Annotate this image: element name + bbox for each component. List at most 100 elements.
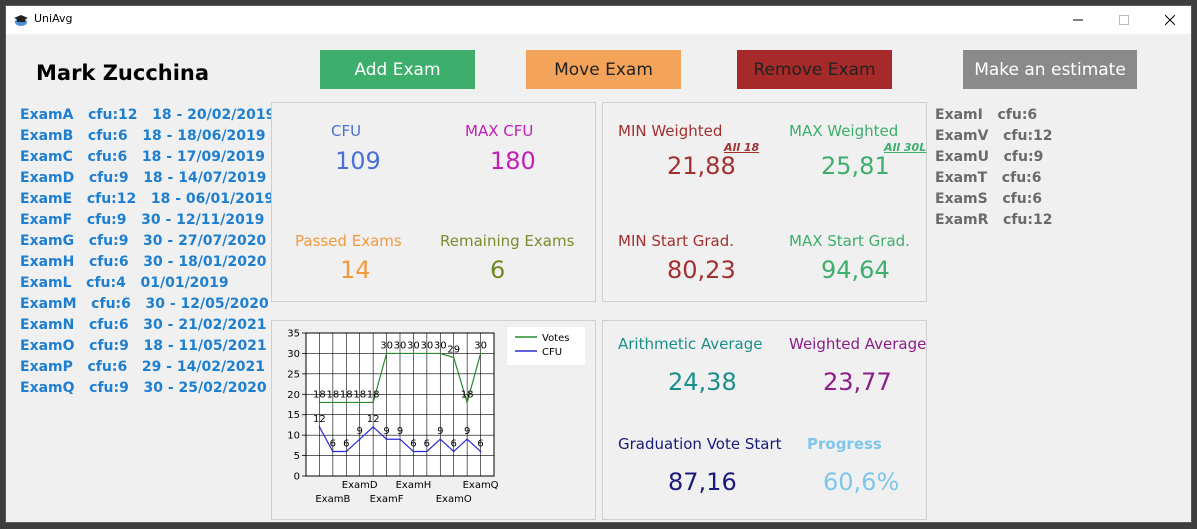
x-tick-label: ExamO — [436, 494, 472, 505]
data-label: 18 — [367, 389, 380, 400]
data-point-cfu — [452, 450, 455, 453]
data-label: 9 — [437, 426, 443, 437]
data-label: 9 — [397, 426, 403, 437]
max-cfu-label: MAX CFU — [465, 122, 534, 140]
data-point-cfu — [372, 426, 374, 428]
exam-list: ExamA cfu:12 18 - 20/02/2019 ExamB cfu:6… — [20, 105, 275, 399]
x-tick-label: ExamB — [315, 494, 350, 505]
data-label: 30 — [407, 340, 420, 351]
maximize-icon — [1119, 15, 1129, 25]
data-point-votes — [345, 401, 348, 404]
averages-panel: Arithmetic Average 24,38 Weighted Averag… — [602, 320, 927, 520]
data-label: 6 — [477, 438, 483, 449]
data-point-votes — [412, 352, 415, 355]
close-button[interactable] — [1147, 6, 1191, 34]
exam-item[interactable]: ExamD cfu:9 18 - 14/07/2019 — [20, 168, 275, 189]
data-point-cfu — [345, 450, 348, 453]
passed-exams-label: Passed Exams — [295, 232, 402, 250]
close-icon — [1165, 15, 1175, 25]
arithmetic-average-label: Arithmetic Average — [618, 335, 763, 353]
data-point-votes — [318, 401, 321, 404]
data-label: 18 — [313, 389, 326, 400]
y-tick-label: 20 — [287, 390, 300, 401]
remaining-exam-item[interactable]: ExamI cfu:6 — [935, 105, 1053, 126]
cfu-value: 109 — [335, 147, 381, 175]
data-label: 30 — [394, 340, 407, 351]
data-label: 18 — [326, 389, 339, 400]
y-tick-label: 25 — [287, 369, 300, 380]
exam-item[interactable]: ExamQ cfu:9 30 - 25/02/2020 — [20, 378, 275, 399]
add-exam-button[interactable]: Add Exam — [320, 50, 475, 89]
minimize-button[interactable] — [1055, 6, 1101, 34]
graduation-vote-start-label: Graduation Vote Start — [618, 435, 782, 453]
data-point-cfu — [385, 438, 388, 441]
exam-item[interactable]: ExamO cfu:9 18 - 11/05/2021 — [20, 336, 275, 357]
data-label: 18 — [353, 389, 366, 400]
min-max-panel: MIN Weighted All 18 21,88 MAX Weighted A… — [602, 102, 927, 302]
data-point-votes — [452, 356, 455, 359]
exam-item[interactable]: ExamH cfu:6 30 - 18/01/2020 — [20, 252, 275, 273]
remove-exam-button[interactable]: Remove Exam — [737, 50, 892, 89]
data-label: 9 — [464, 426, 470, 437]
y-tick-label: 5 — [294, 451, 300, 462]
data-label: 9 — [357, 426, 363, 437]
minimize-icon — [1073, 19, 1083, 21]
data-point-cfu — [318, 426, 321, 428]
data-point-votes — [332, 401, 334, 404]
data-label: 6 — [330, 438, 336, 449]
x-tick-label: ExamD — [342, 480, 378, 491]
data-point-votes — [466, 401, 468, 404]
move-exam-button[interactable]: Move Exam — [526, 50, 681, 89]
title-bar: UniAvg — [6, 6, 1191, 34]
data-label: 6 — [451, 438, 457, 449]
x-tick-label: ExamH — [396, 480, 432, 491]
y-tick-label: 35 — [287, 329, 300, 340]
maximize-button[interactable] — [1101, 6, 1147, 34]
exam-item[interactable]: ExamP cfu:6 29 - 14/02/2021 — [20, 357, 275, 378]
remaining-exam-item[interactable]: ExamV cfu:12 — [935, 126, 1053, 147]
max-weighted-value: 25,81 — [821, 152, 890, 180]
max-weighted-label: MAX Weighted — [789, 122, 899, 140]
max-start-grad-value: 94,64 — [821, 256, 890, 284]
data-label: 6 — [424, 438, 430, 449]
remaining-exam-item[interactable]: ExamT cfu:6 — [935, 168, 1053, 189]
exam-item[interactable]: ExamC cfu:6 18 - 17/09/2019 — [20, 147, 275, 168]
min-start-grad-label: MIN Start Grad. — [618, 232, 735, 250]
remaining-exam-item[interactable]: ExamU cfu:9 — [935, 147, 1053, 168]
remaining-exam-item[interactable]: ExamR cfu:12 — [935, 210, 1053, 231]
cfu-stats-panel: CFU 109 MAX CFU 180 Passed Exams 14 Rema… — [271, 102, 596, 302]
exam-item[interactable]: ExamB cfu:6 18 - 18/06/2019 — [20, 126, 275, 147]
exam-item[interactable]: ExamN cfu:6 30 - 21/02/2021 — [20, 315, 275, 336]
window-title: UniAvg — [34, 12, 73, 25]
remaining-exam-item[interactable]: ExamS cfu:6 — [935, 189, 1053, 210]
x-tick-label: ExamQ — [463, 480, 499, 491]
remaining-exams-value: 6 — [490, 256, 506, 284]
exam-item[interactable]: ExamA cfu:12 18 - 20/02/2019 — [20, 105, 275, 126]
passed-exams-value: 14 — [340, 256, 371, 284]
data-point-votes — [358, 401, 361, 404]
data-point-cfu — [439, 438, 442, 441]
make-estimate-button[interactable]: Make an estimate — [963, 50, 1137, 89]
y-tick-label: 30 — [287, 349, 300, 360]
exam-item[interactable]: ExamE cfu:12 18 - 06/01/2019 — [20, 189, 275, 210]
data-label: 6 — [343, 438, 349, 449]
legend-label: CFU — [542, 347, 562, 358]
progress-label: Progress — [807, 435, 882, 453]
legend-label: Votes — [542, 333, 569, 344]
data-point-votes — [426, 352, 428, 355]
student-name: Mark Zucchina — [36, 61, 210, 85]
app-window: UniAvg Mark Zucchina ExamA cfu:12 18 - 2… — [5, 5, 1192, 523]
exam-item[interactable]: ExamG cfu:9 30 - 27/07/2020 — [20, 231, 275, 252]
graduation-cap-icon — [14, 15, 28, 26]
max-weighted-note: All 30L — [884, 141, 927, 154]
data-label: 9 — [383, 426, 389, 437]
exam-item[interactable]: ExamF cfu:9 30 - 12/11/2019 — [20, 210, 275, 231]
y-tick-label: 10 — [287, 431, 300, 442]
min-start-grad-value: 80,23 — [667, 256, 736, 284]
votes-chart-panel: 0 5 10 15 20 25 30 35 ExamB ExamD ExamF ExamH ExamO E… — [271, 320, 596, 520]
exam-item[interactable]: ExamL cfu:4 01/01/2019 — [20, 273, 275, 294]
exam-item[interactable]: ExamM cfu:6 30 - 12/05/2020 — [20, 294, 275, 315]
remaining-exams-label: Remaining Exams — [440, 232, 575, 250]
y-tick-label: 0 — [294, 472, 300, 483]
data-point-votes — [372, 401, 374, 404]
